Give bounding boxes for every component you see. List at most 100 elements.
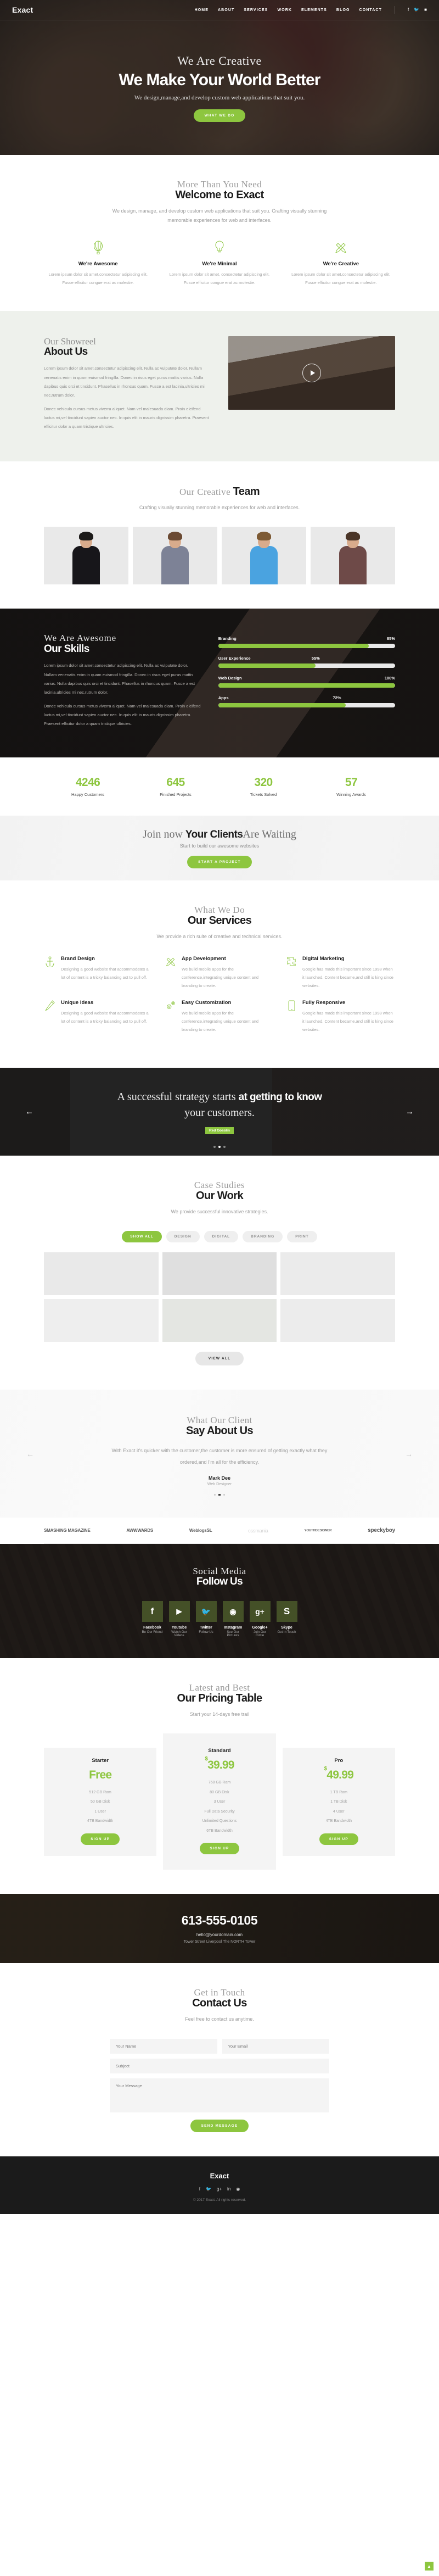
work-item[interactable] (162, 1299, 277, 1342)
work-item[interactable] (280, 1299, 395, 1342)
testimonial-prev-arrow[interactable]: ← (26, 1449, 34, 1458)
testimonial-dot[interactable] (213, 1493, 216, 1496)
team-member[interactable] (222, 527, 306, 585)
testimonial-dot[interactable] (223, 1493, 226, 1496)
client-logo-weblogssl[interactable]: WeblogsSL (189, 1528, 212, 1533)
twitter-icon[interactable]: 🐦 (206, 2187, 211, 2192)
subject-input[interactable] (110, 2058, 329, 2073)
scroll-to-top-button[interactable]: ▲ (425, 2562, 434, 2571)
filter-branding[interactable]: BRANDING (243, 1231, 283, 1243)
filter-digital[interactable]: DIGITAL (204, 1231, 239, 1243)
nav-item-about[interactable]: ABOUT (218, 8, 234, 12)
slider-dot-active[interactable] (218, 1146, 221, 1148)
pencils-icon (287, 239, 395, 256)
instagram-icon[interactable]: ◉ (222, 1601, 244, 1622)
plan-feature: Full Data Security (204, 1809, 235, 1814)
plan-price: $39.99 (168, 1756, 270, 1772)
name-input[interactable] (110, 2038, 217, 2054)
hero-cta-button[interactable]: WHAT WE DO (193, 109, 246, 122)
nav-item-contact[interactable]: CONTACT (359, 8, 382, 12)
team-member[interactable] (133, 527, 217, 585)
social-twitter[interactable]: 🐦 Twitter Follow Us (195, 1601, 217, 1637)
skill-track (218, 703, 395, 708)
slider-dot[interactable] (223, 1146, 226, 1148)
client-logo-awwwards[interactable]: AWWWARDS (126, 1528, 153, 1533)
social-googleplus[interactable]: g+ Google+ Join Our Circle (249, 1601, 271, 1638)
client-logo-cssmania[interactable]: cssmania (248, 1528, 268, 1534)
client-logo-smashing[interactable]: SMASHING MAGAZINE (44, 1528, 91, 1533)
send-message-button[interactable]: SEND MESSAGE (190, 2119, 249, 2132)
instagram-icon[interactable]: ◉ (236, 2187, 240, 2192)
skype-icon[interactable]: S (276, 1601, 297, 1622)
site-logo[interactable]: Exact (12, 5, 33, 14)
testimonial-next-arrow[interactable]: → (405, 1449, 413, 1458)
facebook-icon[interactable]: f (142, 1601, 163, 1622)
social-youtube[interactable]: ▶ Youtube Watch Our Videos (168, 1601, 190, 1637)
service-digital-marketing: Digital Marketing Google has made this i… (285, 956, 395, 990)
social-skype[interactable]: S Skype Get In Touch (276, 1601, 297, 1637)
facebook-icon[interactable]: f (199, 2187, 200, 2192)
showreel-video[interactable] (228, 336, 395, 410)
cta-post: Are Waiting (243, 828, 296, 840)
message-textarea[interactable] (110, 2078, 329, 2112)
feature-title: We're Minimal (202, 261, 237, 267)
testimonial-author-name: Mark Dee (208, 1475, 231, 1481)
slider-dot[interactable] (213, 1146, 216, 1148)
nav-item-home[interactable]: HOME (195, 8, 209, 12)
client-logo-speckyboy[interactable]: speckyboy (368, 1527, 395, 1534)
testimonial-author-role: Web Designer (207, 1482, 232, 1486)
nav-item-services[interactable]: SERVICES (244, 8, 268, 12)
services-row-1: Brand Design Designing a good website th… (44, 956, 395, 990)
client-logo-youthdesigner[interactable]: YOUTHDESIGNER (305, 1529, 332, 1532)
contact-email[interactable]: hello@yourdomain.com (196, 1932, 243, 1937)
welcome-section: More Than You Need Welcome to Exact We d… (0, 155, 439, 311)
social-tagline: Join Our Circle (254, 1631, 266, 1638)
clients-cta-section: Join now Your ClientsAre Waiting Start t… (0, 816, 439, 881)
youtube-icon[interactable]: ▶ (168, 1601, 190, 1622)
work-item[interactable] (44, 1299, 159, 1342)
social-instagram[interactable]: ◉ Instagram See Our Pictures (222, 1601, 244, 1637)
testimonial-dot-active[interactable] (218, 1493, 221, 1496)
filter-show-all[interactable]: SHOW ALL (122, 1231, 162, 1243)
service-text: We build mobile apps for the conference,… (182, 967, 259, 989)
about-title: About Us (44, 346, 88, 358)
skill-fill (218, 644, 369, 649)
twitter-icon[interactable]: 🐦 (195, 1601, 217, 1622)
plan-signup-button[interactable]: SIGN UP (200, 1843, 239, 1855)
plan-signup-button[interactable]: SIGN UP (81, 1833, 120, 1845)
twitter-icon[interactable]: 🐦 (414, 8, 419, 12)
work-item[interactable] (162, 1252, 277, 1296)
email-input[interactable] (222, 2038, 329, 2054)
filter-print[interactable]: PRINT (287, 1231, 317, 1243)
googleplus-icon[interactable]: g+ (249, 1601, 271, 1622)
facebook-icon[interactable]: f (408, 8, 409, 12)
team-member[interactable] (44, 527, 128, 585)
play-icon[interactable] (302, 364, 321, 383)
social-name: Twitter (200, 1626, 212, 1630)
filter-design[interactable]: DESIGN (166, 1231, 200, 1243)
pricing-plan-starter: Starter Free 512 GB Ram 50 GB Disk 1 Use… (44, 1747, 157, 1856)
slider-next-arrow[interactable]: → (406, 1107, 414, 1117)
view-all-button[interactable]: VIEW ALL (195, 1352, 244, 1366)
linkedin-icon[interactable]: in (227, 2187, 230, 2192)
slider-prev-arrow[interactable]: ← (25, 1107, 33, 1117)
linkedin-icon[interactable]: ■ (424, 8, 427, 12)
nav-item-elements[interactable]: ELEMENTS (301, 8, 327, 12)
social-links-row: f Facebook Be Our Friend ▶ Youtube Watch… (0, 1601, 439, 1637)
plan-feature: 50 GB Disk (90, 1800, 110, 1804)
footer-logo[interactable]: Exact (0, 2172, 439, 2180)
work-item[interactable] (280, 1252, 395, 1296)
work-item[interactable] (44, 1252, 159, 1296)
contact-phone-number[interactable]: 613-555-0105 (182, 1913, 258, 1928)
start-project-button[interactable]: START A PROJECT (187, 855, 252, 868)
testimonial-pretitle: What Our Client (187, 1415, 252, 1426)
social-facebook[interactable]: f Facebook Be Our Friend (142, 1601, 163, 1637)
pricing-title: Our Pricing Table (177, 1692, 262, 1705)
contact-form: SEND MESSAGE (110, 2038, 329, 2132)
nav-item-blog[interactable]: BLOG (336, 8, 350, 12)
team-member[interactable] (311, 527, 395, 585)
nav-item-work[interactable]: WORK (277, 8, 292, 12)
googleplus-icon[interactable]: g+ (217, 2187, 222, 2192)
plan-feature: 4TB Bandwidth (325, 1819, 352, 1824)
plan-signup-button[interactable]: SIGN UP (319, 1833, 358, 1845)
